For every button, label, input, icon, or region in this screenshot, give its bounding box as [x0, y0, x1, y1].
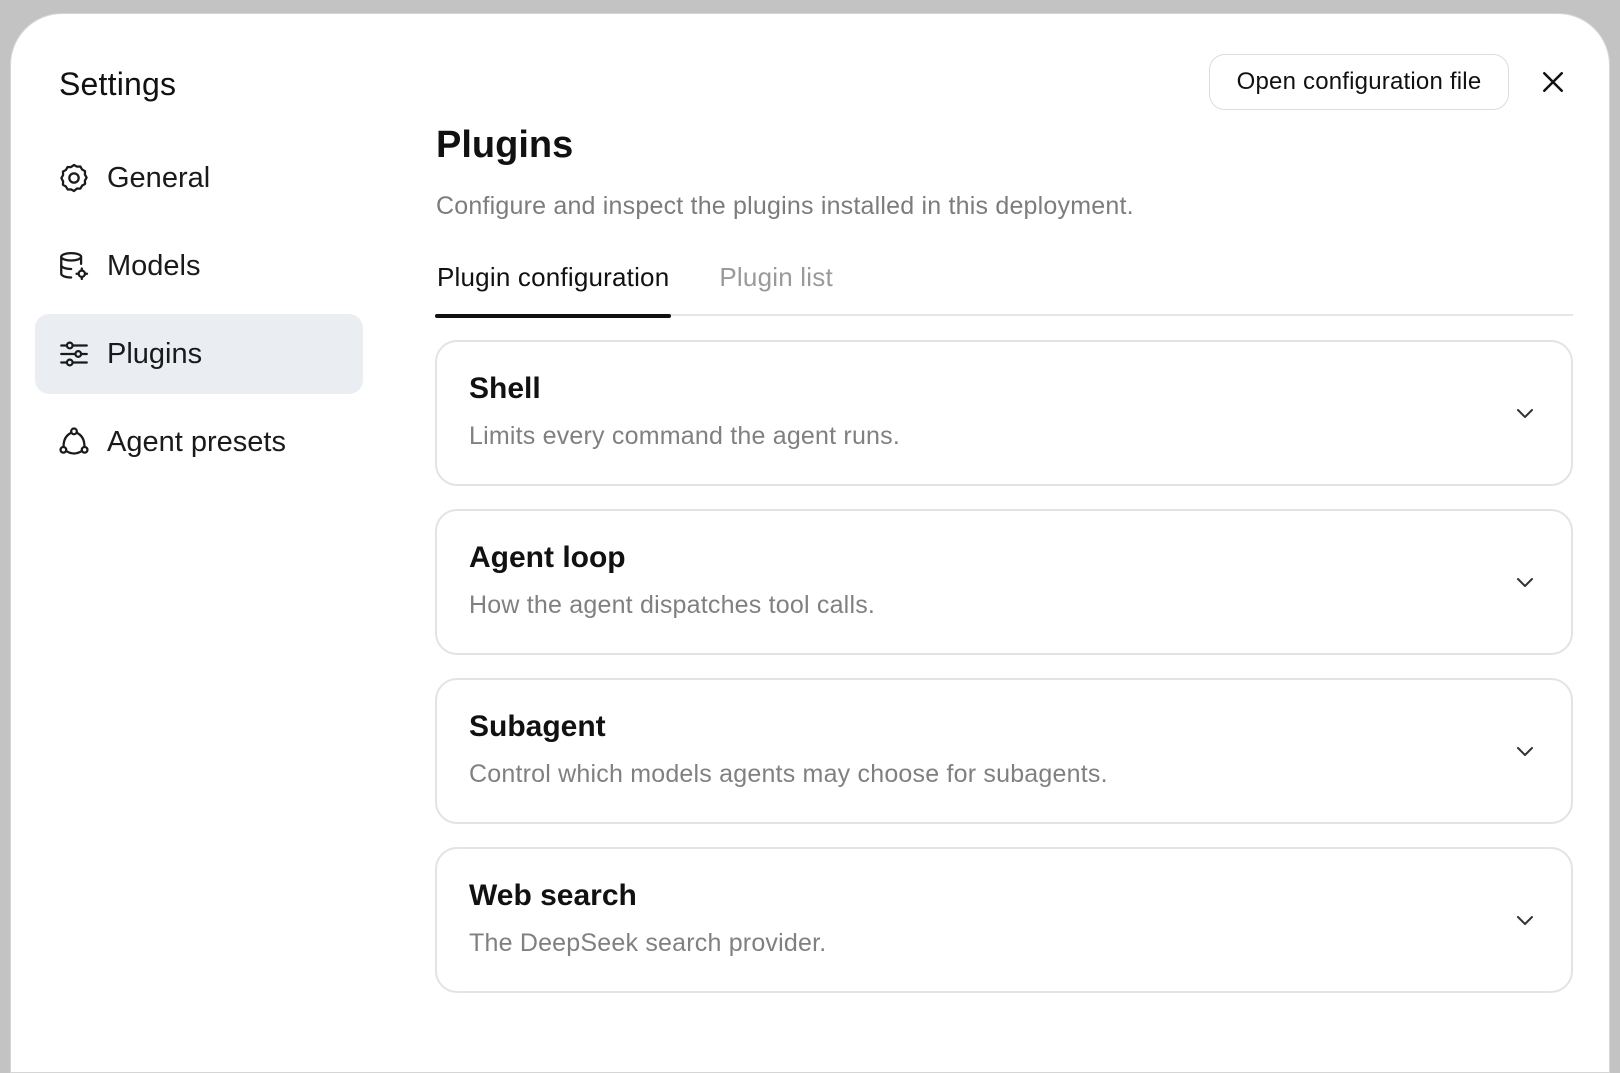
sidebar-item-label: Models — [107, 249, 201, 282]
gear-icon — [57, 161, 91, 195]
plugin-name: Shell — [469, 372, 541, 405]
sidebar-item-general[interactable]: General — [35, 138, 363, 218]
page-title: Plugins — [436, 124, 574, 166]
plugin-description: Limits every command the agent runs. — [469, 422, 901, 450]
sidebar-item-models[interactable]: Models — [35, 226, 363, 306]
close-icon — [1538, 67, 1568, 97]
sidebar-item-agent-presets[interactable]: Agent presets — [35, 402, 363, 482]
sidebar-nav: General Models Plugins Agent presets — [35, 138, 363, 490]
page-description: Configure and inspect the plugins instal… — [436, 192, 1134, 220]
tab-bar: Plugin configuration Plugin list — [435, 254, 1573, 318]
plugin-name: Subagent — [469, 710, 606, 743]
network-icon — [57, 425, 91, 459]
chevron-down-icon — [1513, 739, 1537, 763]
chevron-down-icon — [1513, 570, 1537, 594]
plugin-name: Agent loop — [469, 541, 626, 574]
chevron-down-icon — [1513, 908, 1537, 932]
tab-plugin-list[interactable]: Plugin list — [717, 254, 834, 316]
tab-plugin-configuration[interactable]: Plugin configuration — [435, 254, 672, 318]
settings-dialog: Settings General Models Plugins Agent pr… — [10, 13, 1610, 1073]
plugin-description: The DeepSeek search provider. — [469, 929, 827, 957]
plugin-card-shell[interactable]: Shell Limits every command the agent run… — [435, 340, 1573, 486]
plugin-card-web-search[interactable]: Web search The DeepSeek search provider. — [435, 847, 1573, 993]
sidebar-item-label: General — [107, 161, 211, 194]
sidebar-item-label: Agent presets — [107, 425, 286, 458]
database-gear-icon — [57, 249, 91, 283]
plugin-card-agent-loop[interactable]: Agent loop How the agent dispatches tool… — [435, 509, 1573, 655]
plugin-name: Web search — [469, 879, 637, 912]
plugin-description: How the agent dispatches tool calls. — [469, 591, 876, 619]
settings-title: Settings — [59, 66, 177, 102]
plugin-card-subagent[interactable]: Subagent Control which models agents may… — [435, 678, 1573, 824]
sliders-icon — [57, 337, 91, 371]
open-configuration-file-button[interactable]: Open configuration file — [1209, 54, 1509, 110]
chevron-down-icon — [1513, 401, 1537, 425]
sidebar-item-label: Plugins — [107, 337, 203, 370]
plugin-description: Control which models agents may choose f… — [469, 760, 1108, 788]
sidebar-item-plugins[interactable]: Plugins — [35, 314, 363, 394]
close-button[interactable] — [1531, 60, 1575, 104]
